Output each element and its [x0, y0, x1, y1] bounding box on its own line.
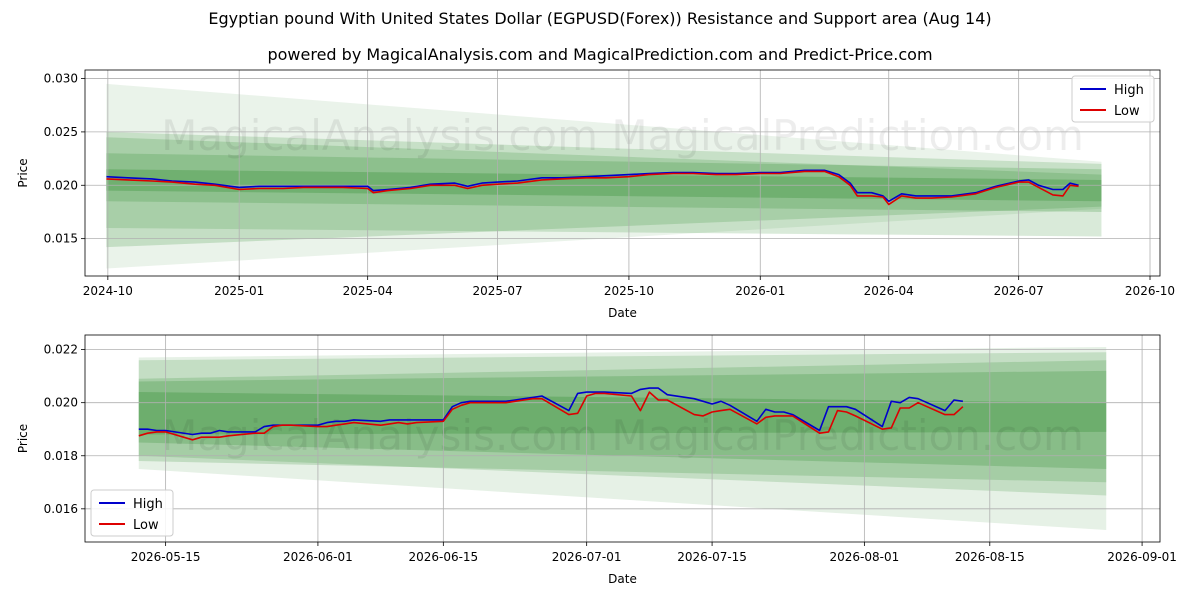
x-axis-label: Date: [608, 572, 637, 586]
chart-panel-2: MagicalAnalysis.com MagicalPrediction.co…: [16, 334, 1177, 586]
y-tick-label: 0.030: [44, 72, 78, 86]
x-tick-label: 2026-07: [994, 284, 1044, 298]
x-tick-label: 2025-07: [473, 284, 523, 298]
x-tick-label: 2026-08-01: [830, 550, 900, 564]
x-tick-label: 2026-04: [864, 284, 914, 298]
legend: High Low: [1071, 75, 1155, 123]
y-tick-label: 0.022: [44, 343, 78, 357]
y-tick-label: 0.015: [44, 232, 78, 246]
legend-label-low: Low: [133, 518, 159, 533]
x-tick-label: 2025-01: [214, 284, 264, 298]
chart-panel-1: MagicalAnalysis.com MagicalPrediction.co…: [16, 69, 1175, 320]
x-tick-label: 2026-06-15: [408, 550, 478, 564]
y-axis-label: Price: [16, 424, 30, 453]
x-tick-label: 2025-10: [604, 284, 654, 298]
y-axis-label: Price: [16, 158, 30, 187]
x-tick-label: 2026-08-15: [955, 550, 1025, 564]
watermark-text: MagicalAnalysis.com MagicalPrediction.co…: [161, 111, 1084, 160]
x-tick-label: 2026-01: [735, 284, 785, 298]
y-tick-label: 0.020: [44, 178, 78, 192]
charts-canvas: MagicalAnalysis.com MagicalPrediction.co…: [16, 69, 1177, 586]
x-axis-label: Date: [608, 306, 637, 320]
legend-label-low: Low: [1114, 104, 1140, 119]
y-tick-label: 0.016: [44, 502, 78, 516]
x-tick-label: 2025-04: [343, 284, 393, 298]
x-tick-label: 2026-09-01: [1107, 550, 1177, 564]
legend-label-high: High: [133, 497, 163, 512]
x-tick-label: 2026-07-01: [552, 550, 622, 564]
legend: High Low: [90, 489, 174, 537]
x-tick-label: 2026-10: [1125, 284, 1175, 298]
x-tick-label: 2026-06-01: [283, 550, 353, 564]
x-tick-label: 2026-05-15: [131, 550, 201, 564]
watermark-text: MagicalAnalysis.com MagicalPrediction.co…: [161, 411, 1084, 460]
x-tick-label: 2024-10: [83, 284, 133, 298]
legend-label-high: High: [1114, 83, 1144, 98]
x-tick-label: 2026-07-15: [677, 550, 747, 564]
y-tick-label: 0.018: [44, 449, 78, 463]
y-tick-label: 0.020: [44, 396, 78, 410]
y-tick-label: 0.025: [44, 125, 78, 139]
